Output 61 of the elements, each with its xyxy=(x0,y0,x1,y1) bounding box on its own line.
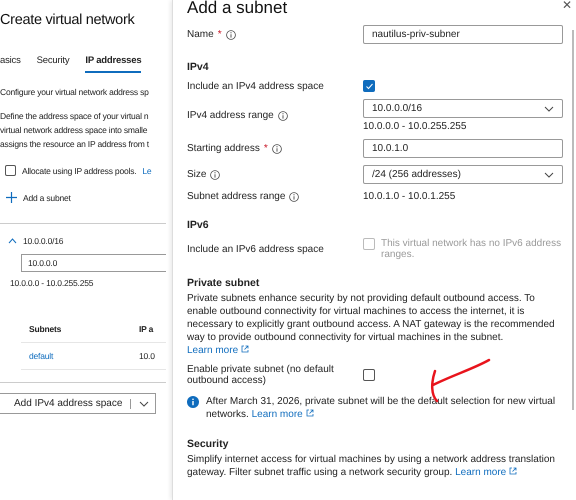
chevron-down-icon xyxy=(139,400,150,406)
learn-more-link[interactable]: Learn more xyxy=(455,467,518,478)
add-subnet-link[interactable]: Add a subnet xyxy=(6,192,166,203)
field-label: Starting address xyxy=(187,143,260,154)
checkbox-note: This virtual network has no IPv6 address ranges. xyxy=(381,238,562,260)
field-label: Include an IPv4 address space xyxy=(187,80,324,92)
tab[interactable]: asics xyxy=(0,55,21,73)
learn-more-link[interactable]: Learn more xyxy=(187,345,249,356)
checkbox[interactable] xyxy=(5,165,16,176)
dropdown[interactable]: 10.0.0.0/16 xyxy=(363,99,563,118)
description-text: Define the address space of your virtual n xyxy=(0,110,150,123)
chevron-down-icon xyxy=(544,106,554,112)
field-label: Include an IPv6 address space xyxy=(187,244,324,254)
description-text: Simplify internet access for virtual machines by using a network address translation gateway. Filter subnet traffic using a network security group. Learn more xyxy=(187,453,556,479)
text-field[interactable]: nautilus-priv-subner xyxy=(363,25,563,44)
external-link-icon xyxy=(509,467,518,475)
section-heading: IPv4 xyxy=(187,61,210,73)
learn-more-link[interactable]: Le xyxy=(142,166,152,176)
add-address-space-button[interactable]: Add IPv4 address space xyxy=(0,393,156,414)
column-header: Subnets xyxy=(29,324,62,334)
address-field[interactable]: 10.0.0.0 xyxy=(21,254,166,272)
section-heading: IPv6 xyxy=(187,219,210,231)
required-mark: * xyxy=(264,143,268,154)
external-link-icon xyxy=(306,409,314,417)
learn-more-link[interactable]: Learn more xyxy=(252,409,314,420)
description-text: virtual network address space into smalle xyxy=(0,124,148,137)
field-label: IPv4 address range xyxy=(187,110,274,121)
table-cell-text: 10.0 xyxy=(139,351,156,361)
description-text: assigns the resource an IP address from t xyxy=(0,138,150,151)
plus-icon xyxy=(6,192,17,203)
intro-text: Configure your virtual network address sp xyxy=(0,87,150,97)
description-text: Private subnets enhance security by not providing default outbound access. To enable outbound connectivity for virtual machines to access the internet, it is necessary to explicitly grant outbound access. A NAT gateway is the recommended way to provide outbound connectivity for virtual machines in the subnet. Learn more xyxy=(187,292,556,357)
tab[interactable]: IP addresses xyxy=(85,55,142,73)
chevron-down-icon xyxy=(544,172,554,178)
column-header: IP a xyxy=(139,324,154,334)
checkbox[interactable] xyxy=(363,369,375,381)
required-mark: * xyxy=(218,29,222,40)
info-icon xyxy=(187,396,199,408)
range-hint: 10.0.0.0 - 10.0.255.255 xyxy=(363,121,468,132)
tab[interactable]: Security xyxy=(36,55,70,73)
text-field[interactable]: 10.0.1.0 xyxy=(363,139,563,158)
subnet-link[interactable]: default xyxy=(29,351,139,361)
field-label: Enable private subnet (no default outbound access) xyxy=(187,364,335,386)
info-message: After March 31, 2026, private subnet will be the default selection for new virtual networks. Learn more xyxy=(206,395,556,421)
address-range: 10.0.0.0 - 10.0.255.255 xyxy=(10,278,94,288)
external-link-icon xyxy=(240,345,249,353)
field-label: Subnet address range xyxy=(187,191,286,202)
field-label: Size xyxy=(187,169,206,180)
checkbox[interactable] xyxy=(363,80,375,92)
close-button[interactable]: ✕ xyxy=(562,0,572,12)
dropdown[interactable]: /24 (256 addresses) xyxy=(363,165,563,184)
scrollbar[interactable] xyxy=(572,30,574,410)
chevron-up-icon[interactable] xyxy=(8,238,17,244)
checkbox-label: Allocate using IP address pools. xyxy=(22,166,136,176)
address-prefix: 10.0.0.0/16 xyxy=(23,236,64,246)
panel-title: Add a subnet xyxy=(187,0,288,18)
field-label: Name xyxy=(187,29,214,40)
page-title: Create virtual network xyxy=(0,12,136,28)
address-range-value: 10.0.1.0 - 10.0.1.255 xyxy=(363,191,456,202)
section-heading: Security xyxy=(187,438,230,450)
section-heading: Private subnet xyxy=(187,277,260,289)
